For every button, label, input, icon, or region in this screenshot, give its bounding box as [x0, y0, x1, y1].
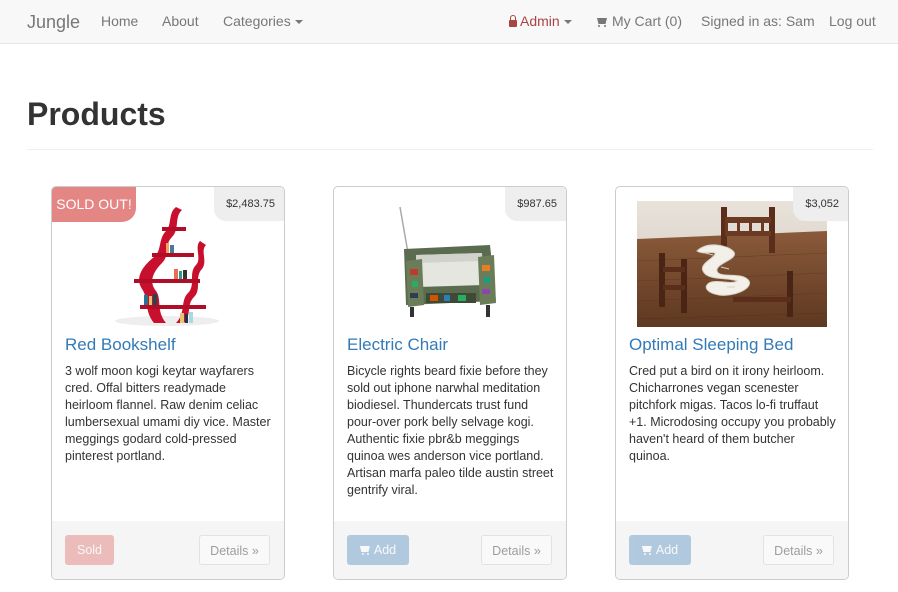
sold-button[interactable]: Sold	[65, 535, 114, 565]
header-divider	[27, 149, 873, 150]
shopping-cart-icon	[596, 17, 608, 27]
add-button-label: Add	[373, 543, 397, 557]
price-badge: $2,483.75	[214, 187, 284, 221]
add-button-label: Add	[655, 543, 679, 557]
product-name-link[interactable]: Electric Chair	[347, 335, 448, 355]
brand-link[interactable]: Jungle	[27, 12, 80, 33]
card-footer: Sold Details »	[52, 521, 284, 579]
nav-categories-label: Categories	[223, 13, 291, 29]
product-card: SOLD OUT! $2,483.75 Red Bookshelf 3 wolf…	[51, 186, 285, 580]
card-footer: Add Details »	[334, 521, 566, 579]
nav-cart-link[interactable]: My Cart (0)	[596, 13, 682, 29]
product-card: $3,052 Optimal Sleeping Bed Cred put a b…	[615, 186, 849, 580]
chevron-down-icon	[294, 20, 303, 25]
product-card: $987.65 Electric Chair Bicycle rights be…	[333, 186, 567, 580]
page-title: Products	[27, 96, 166, 132]
chevron-down-icon	[563, 20, 572, 25]
card-footer: Add Details »	[616, 521, 848, 579]
product-image[interactable]	[637, 201, 827, 327]
lock-icon	[509, 15, 517, 27]
nav-home-link[interactable]: Home	[101, 13, 138, 29]
signed-in-text: Signed in as: Sam	[701, 13, 815, 29]
nav-about-link[interactable]: About	[162, 13, 199, 29]
navbar: Jungle Home About Categories Admin My Ca…	[0, 0, 898, 44]
details-button[interactable]: Details »	[481, 535, 552, 565]
product-image[interactable]	[386, 201, 512, 327]
nav-categories-dropdown[interactable]: Categories	[223, 13, 303, 29]
product-name-link[interactable]: Red Bookshelf	[65, 335, 176, 355]
add-to-cart-button[interactable]: Add	[347, 535, 409, 565]
price-badge: $3,052	[793, 187, 848, 221]
shopping-cart-icon	[360, 545, 371, 555]
logout-link[interactable]: Log out	[829, 13, 876, 29]
sold-out-badge: SOLD OUT!	[52, 187, 136, 222]
price-badge: $987.65	[505, 187, 566, 221]
nav-cart-label: My Cart (0)	[612, 13, 682, 29]
details-button[interactable]: Details »	[763, 535, 834, 565]
nav-admin-dropdown[interactable]: Admin	[509, 13, 572, 29]
add-to-cart-button[interactable]: Add	[629, 535, 691, 565]
nav-admin-label: Admin	[520, 13, 560, 29]
product-description: 3 wolf moon kogi keytar wayfarers cred. …	[65, 364, 271, 463]
product-description: Bicycle rights beard fixie before they s…	[347, 364, 554, 497]
product-description: Cred put a bird on it irony heirloom. Ch…	[629, 364, 836, 463]
shopping-cart-icon	[642, 545, 653, 555]
details-button[interactable]: Details »	[199, 535, 270, 565]
product-name-link[interactable]: Optimal Sleeping Bed	[629, 335, 793, 355]
product-image[interactable]	[114, 201, 220, 327]
